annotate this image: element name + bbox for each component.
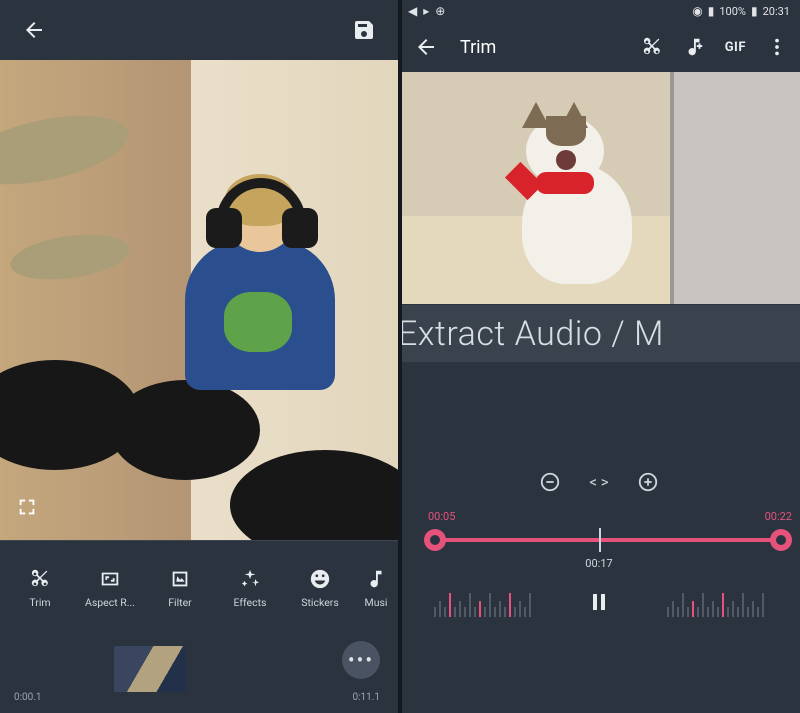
extract-audio-label[interactable]: Extract Audio / M bbox=[398, 304, 800, 362]
save-button[interactable] bbox=[348, 14, 380, 46]
editor-pane-main: Trim Aspect R... Filter Effects Stickers… bbox=[0, 0, 398, 713]
cut-button[interactable] bbox=[641, 36, 663, 58]
trim-tool[interactable]: Trim bbox=[6, 568, 74, 609]
pause-button[interactable] bbox=[587, 590, 611, 618]
preview-subject bbox=[180, 180, 340, 400]
add-music-button[interactable] bbox=[683, 36, 705, 58]
transport-controls bbox=[398, 568, 800, 640]
preview-fridge bbox=[670, 72, 800, 304]
zoom-out-button[interactable] bbox=[539, 471, 561, 493]
ellipsis-icon: ••• bbox=[348, 648, 374, 672]
nav-icon: ◀ bbox=[408, 4, 417, 18]
ruler-right[interactable] bbox=[667, 591, 764, 617]
wifi-icon: ◉ bbox=[692, 4, 702, 18]
editor-header bbox=[0, 0, 398, 60]
effects-tool[interactable]: Effects bbox=[216, 568, 284, 609]
preview-subject bbox=[508, 116, 658, 288]
timeline[interactable]: 0:00.1 0:11.1 ••• bbox=[0, 625, 398, 713]
tool-label: Effects bbox=[234, 596, 267, 609]
trim-fill bbox=[434, 538, 784, 542]
trim-start-handle[interactable] bbox=[424, 529, 446, 551]
more-button[interactable]: ••• bbox=[342, 641, 380, 679]
trim-end-handle[interactable] bbox=[770, 529, 792, 551]
zoom-fit-button[interactable]: < > bbox=[589, 473, 608, 491]
time-start: 0:00.1 bbox=[14, 692, 42, 703]
trim-header: Trim GIF bbox=[398, 22, 800, 72]
zoom-in-button[interactable] bbox=[637, 471, 659, 493]
clock: 20:31 bbox=[763, 5, 790, 18]
tool-label: Filter bbox=[168, 596, 191, 609]
video-preview[interactable] bbox=[0, 60, 398, 540]
signal-icon: ▮ bbox=[708, 4, 715, 18]
overflow-menu[interactable] bbox=[766, 36, 788, 58]
tool-label: Aspect R... bbox=[85, 596, 135, 609]
back-button[interactable] bbox=[18, 14, 50, 46]
gif-button[interactable]: GIF bbox=[725, 40, 746, 55]
trim-pane: ◀ ▸ ⊕ ◉ ▮ 100% ▮ 20:31 Trim GIF bbox=[398, 0, 800, 713]
back-button[interactable] bbox=[410, 31, 442, 63]
status-bar: ◀ ▸ ⊕ ◉ ▮ 100% ▮ 20:31 bbox=[398, 0, 800, 22]
aspect-ratio-tool[interactable]: Aspect R... bbox=[76, 568, 144, 609]
trim-slider[interactable]: 00:05 00:22 00:17 bbox=[398, 512, 800, 568]
music-tool[interactable]: Musi bbox=[356, 568, 396, 609]
battery-icon: ▮ bbox=[751, 4, 758, 18]
battery-pct: 100% bbox=[719, 5, 746, 18]
playhead-label: 00:17 bbox=[585, 557, 612, 570]
tool-label: Stickers bbox=[301, 596, 338, 609]
zoom-controls: < > bbox=[398, 452, 800, 512]
bottom-toolbar: Trim Aspect R... Filter Effects Stickers… bbox=[0, 540, 398, 630]
cast-icon: ⊕ bbox=[435, 4, 445, 18]
trim-preview[interactable] bbox=[398, 72, 800, 304]
page-title: Trim bbox=[460, 37, 623, 58]
playhead-indicator[interactable] bbox=[599, 528, 601, 552]
youtube-icon: ▸ bbox=[423, 4, 429, 18]
tool-label: Musi bbox=[365, 596, 388, 609]
filter-tool[interactable]: Filter bbox=[146, 568, 214, 609]
clip-thumbnail[interactable] bbox=[114, 646, 186, 692]
time-end: 0:11.1 bbox=[352, 692, 380, 703]
stickers-tool[interactable]: Stickers bbox=[286, 568, 354, 609]
ruler-left[interactable] bbox=[434, 591, 531, 617]
trim-start-label: 00:05 bbox=[428, 510, 455, 523]
trim-end-label: 00:22 bbox=[765, 510, 792, 523]
status-right: ◉ ▮ 100% ▮ 20:31 bbox=[692, 4, 790, 18]
header-actions: GIF bbox=[641, 36, 788, 58]
tool-label: Trim bbox=[29, 596, 50, 609]
pane-divider bbox=[398, 0, 402, 713]
status-left: ◀ ▸ ⊕ bbox=[408, 4, 445, 18]
fullscreen-icon[interactable] bbox=[16, 496, 38, 524]
